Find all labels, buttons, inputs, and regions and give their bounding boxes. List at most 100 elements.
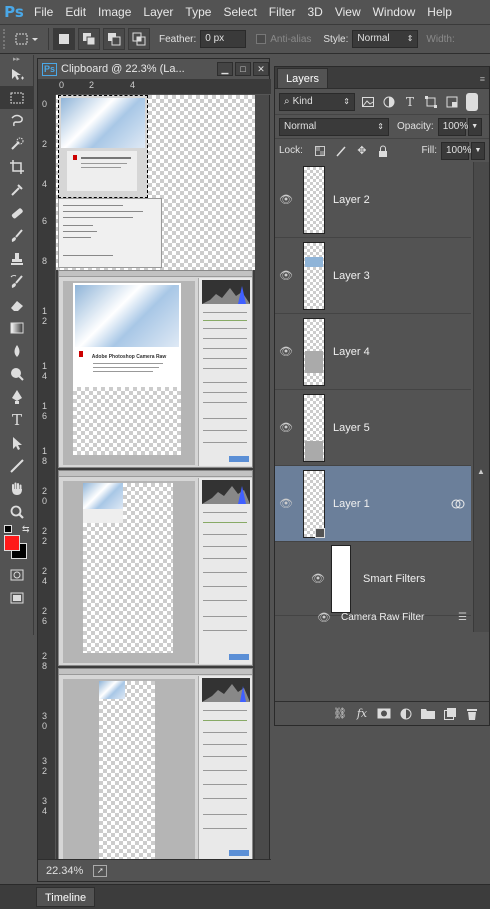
intersect-selection-button[interactable] [128, 28, 150, 50]
opacity-dropdown[interactable]: ▼ [467, 117, 482, 136]
gradient-tool-icon[interactable] [0, 316, 34, 339]
lock-position-icon[interactable]: ✥ [354, 143, 370, 159]
add-mask-icon[interactable] [373, 705, 395, 723]
maximize-button[interactable]: □ [235, 62, 251, 76]
filter-shape-icon[interactable] [423, 94, 439, 110]
hand-tool-icon[interactable] [0, 477, 34, 500]
line-tool-icon[interactable] [0, 454, 34, 477]
layer-row[interactable]: 👁 Layer 2 [275, 162, 471, 238]
filter-toggle[interactable] [466, 92, 478, 111]
menu-3d[interactable]: 3D [301, 0, 328, 24]
swap-colors-icon[interactable]: ⇆ [22, 524, 30, 535]
tab-timeline[interactable]: Timeline [36, 887, 96, 907]
zoom-level[interactable]: 22.34% [46, 865, 83, 877]
layer-row-selected[interactable]: 👁 Layer 1 [275, 466, 471, 542]
move-tool-icon[interactable] [0, 63, 34, 86]
layer-row[interactable]: 👁 Layer 5 [275, 390, 471, 466]
filter-smart-object-icon[interactable] [444, 94, 460, 110]
tab-layers[interactable]: Layers [277, 68, 329, 88]
eye-icon[interactable]: 👁 [275, 466, 297, 542]
menu-filter[interactable]: Filter [263, 0, 302, 24]
collapse-arrows-icon[interactable]: ▸▸ [0, 55, 33, 63]
ruler-top-tick: 2 [89, 80, 95, 90]
trash-icon[interactable] [461, 705, 483, 723]
menu-select[interactable]: Select [217, 0, 262, 24]
tool-preset-picker[interactable] [11, 28, 41, 50]
panel-menu-icon[interactable]: ≡ [480, 74, 485, 84]
opacity-input[interactable]: 100% [437, 117, 468, 136]
close-button[interactable]: ✕ [253, 62, 269, 76]
menu-view[interactable]: View [329, 0, 367, 24]
fx-icon[interactable]: fx [351, 705, 373, 723]
minimize-button[interactable]: ▁ [217, 62, 233, 76]
filter-kind-select[interactable]: ⌕ Kind ⇕ [279, 92, 355, 111]
foreground-color-swatch[interactable] [4, 535, 20, 551]
lock-all-icon[interactable] [375, 143, 391, 159]
eyedropper-tool-icon[interactable] [0, 178, 34, 201]
new-layer-icon[interactable] [439, 705, 461, 723]
adobe-logo [73, 155, 77, 160]
layer-row[interactable]: 👁 Layer 4 [275, 314, 471, 390]
eye-icon[interactable]: 👁 [275, 390, 297, 466]
menu-edit[interactable]: Edit [59, 0, 92, 24]
path-select-tool-icon[interactable] [0, 431, 34, 454]
filter-adjustment-icon[interactable] [381, 94, 397, 110]
options-grip[interactable] [3, 29, 11, 49]
feather-input[interactable]: 0 px [200, 30, 247, 48]
healing-brush-tool-icon[interactable] [0, 201, 34, 224]
scroll-up-icon[interactable]: ▲ [477, 467, 485, 476]
history-brush-tool-icon[interactable] [0, 270, 34, 293]
filter-type-icon[interactable]: T [402, 94, 418, 110]
lock-pixels-icon[interactable] [333, 143, 349, 159]
brush-tool-icon[interactable] [0, 224, 34, 247]
antialias-checkbox[interactable] [256, 34, 267, 44]
menu-image[interactable]: Image [92, 0, 137, 24]
type-tool-icon[interactable]: T [0, 408, 34, 431]
smart-filters-row[interactable]: 👁 Smart Filters [275, 542, 471, 616]
new-group-icon[interactable] [417, 705, 439, 723]
blur-tool-icon[interactable] [0, 339, 34, 362]
eraser-tool-icon[interactable] [0, 293, 34, 316]
link-layers-icon[interactable]: ⛓ [329, 705, 351, 723]
blend-mode-select[interactable]: Normal ⇕ [279, 117, 389, 136]
menu-file[interactable]: File [28, 0, 59, 24]
layer-row[interactable]: 👁 Layer 3 [275, 238, 471, 314]
menu-window[interactable]: Window [367, 0, 422, 24]
default-colors-icon[interactable] [4, 525, 12, 533]
eye-icon[interactable]: 👁 [275, 238, 297, 314]
rect-marquee-tool-icon[interactable] [0, 86, 34, 109]
fill-input[interactable]: 100% [441, 141, 472, 160]
filter-pixel-icon[interactable] [360, 94, 376, 110]
eye-icon[interactable]: 👁 [275, 162, 297, 238]
adjustment-layer-icon[interactable] [395, 705, 417, 723]
lock-transparency-icon[interactable] [312, 143, 328, 159]
export-icon[interactable]: ➚ [93, 864, 108, 877]
lasso-tool-icon[interactable] [0, 109, 34, 132]
layers-scrollbar[interactable]: ▲ [473, 162, 489, 632]
menu-help[interactable]: Help [421, 0, 458, 24]
style-select[interactable]: Normal ⇕ [352, 30, 419, 48]
smart-filter-toggle-icon[interactable] [451, 499, 465, 509]
eye-icon[interactable]: 👁 [275, 314, 297, 390]
camera-raw-filter-row[interactable]: 👁 Camera Raw Filter ☰ [275, 606, 471, 628]
menu-layer[interactable]: Layer [137, 0, 179, 24]
filter-options-icon[interactable]: ☰ [458, 612, 467, 623]
eye-icon[interactable]: 👁 [275, 542, 331, 616]
zoom-tool-icon[interactable] [0, 500, 34, 523]
quick-mask-icon[interactable] [0, 563, 34, 586]
add-selection-button[interactable] [78, 28, 100, 50]
fill-dropdown[interactable]: ▼ [471, 141, 485, 160]
menu-type[interactable]: Type [179, 0, 217, 24]
eye-icon[interactable]: 👁 [275, 611, 335, 624]
clone-stamp-tool-icon[interactable] [0, 247, 34, 270]
document-tab[interactable]: Ps Clipboard @ 22.3% (La... ▁ □ ✕ [38, 59, 269, 79]
screen-mode-icon[interactable] [0, 586, 34, 609]
canvas[interactable]: Adobe Photoshop Camera Raw [56, 95, 256, 860]
new-selection-button[interactable] [53, 28, 75, 50]
vertical-scrollbar[interactable] [255, 95, 269, 860]
subtract-selection-button[interactable] [103, 28, 125, 50]
pen-tool-icon[interactable] [0, 385, 34, 408]
crop-tool-icon[interactable] [0, 155, 34, 178]
dodge-tool-icon[interactable] [0, 362, 34, 385]
quick-select-tool-icon[interactable] [0, 132, 34, 155]
